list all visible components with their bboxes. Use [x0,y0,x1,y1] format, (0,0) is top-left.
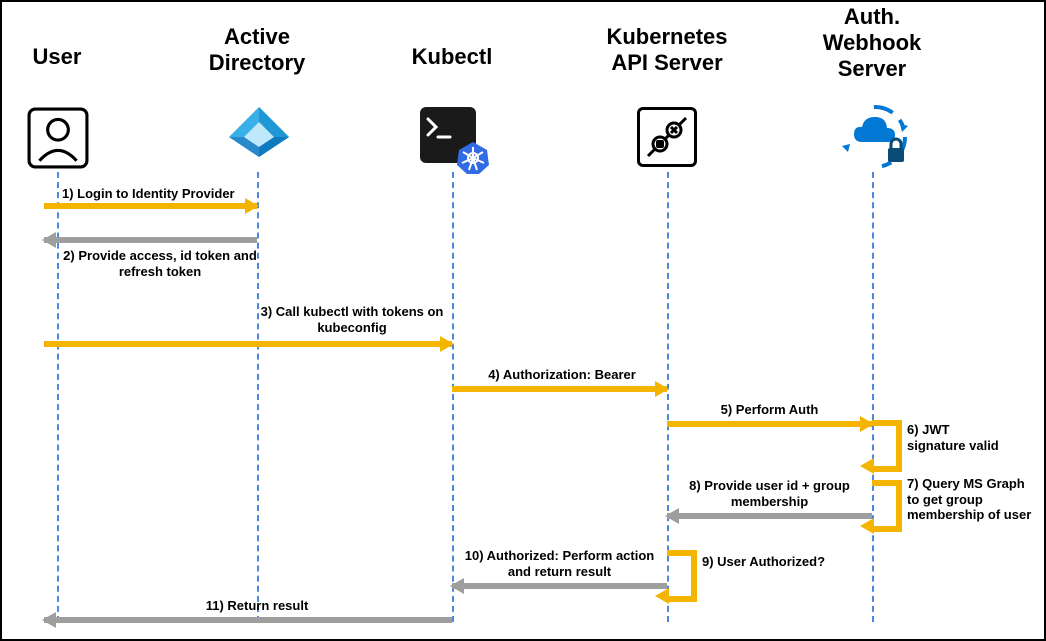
msg-11-arrow [44,616,452,624]
msg-7-selfloop [872,480,902,532]
participant-ad-label: Active Directory [167,24,347,76]
active-directory-icon [224,102,294,172]
api-server-icon [637,107,697,167]
user-icon [27,107,89,169]
participant-kubectl-label: Kubectl [362,44,542,70]
msg-4-label: 4) Authorization: Bearer [462,367,662,383]
msg-10-label: 10) Authorized: Perform action and retur… [452,548,667,579]
msg-9-selfloop [667,550,697,602]
msg-2-label: 2) Provide access, id token and refresh … [50,248,270,279]
msg-6-label: 6) JWT signature valid [907,422,1037,453]
msg-11-label: 11) Return result [62,598,452,614]
kubectl-icon [420,107,480,167]
msg-5-arrow [667,420,872,428]
webhook-server-icon [840,102,910,172]
msg-6-selfloop [872,420,902,472]
msg-1-arrow [44,202,257,210]
participant-user-label: User [0,44,147,70]
msg-8-label: 8) Provide user id + group membership [667,478,872,509]
msg-4-arrow [452,385,667,393]
msg-9-label: 9) User Authorized? [702,554,862,570]
msg-3-label: 3) Call kubectl with tokens on kubeconfi… [242,304,462,335]
lifeline-ad [257,172,259,622]
msg-1-label: 1) Login to Identity Provider [62,186,262,202]
msg-5-label: 5) Perform Auth [667,402,872,418]
lifeline-webhook [872,172,874,622]
msg-2-arrow [44,236,257,244]
participant-webhook-label: Auth. Webhook Server [782,4,962,82]
msg-3-arrow [44,340,452,348]
msg-7-label: 7) Query MS Graph to get group membershi… [907,476,1046,523]
sequence-diagram: User Active Directory Kubectl Kubernetes… [0,0,1046,641]
participant-api-label: Kubernetes API Server [577,24,757,76]
msg-8-arrow [667,512,872,520]
msg-10-arrow [452,582,667,590]
